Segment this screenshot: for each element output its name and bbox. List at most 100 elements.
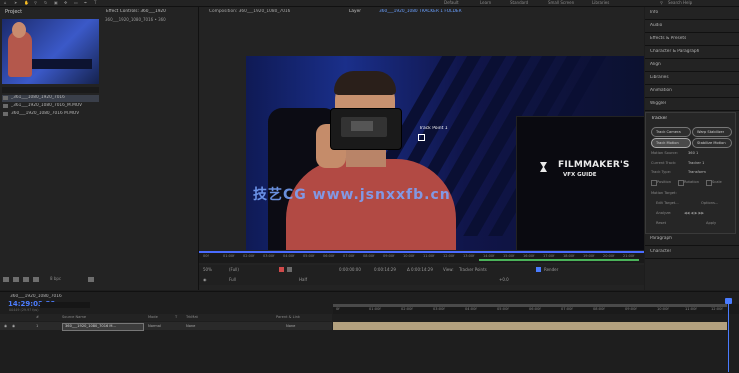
- timeline-tick: 10:00f: [657, 307, 669, 311]
- search-icon[interactable]: ⚲: [660, 0, 663, 5]
- duration-timecode[interactable]: Δ 0:00:14:29: [407, 267, 433, 272]
- parent-dropdown[interactable]: None: [286, 324, 295, 328]
- mask-visibility-icon[interactable]: [287, 267, 292, 272]
- tracker-title: Tracker: [651, 116, 668, 121]
- project-file-row[interactable]: _361___1080_1920_7016: [2, 95, 99, 102]
- layer-tab[interactable]: Layer: [349, 9, 361, 14]
- home-icon[interactable]: ⌂: [4, 0, 7, 5]
- project-search-input[interactable]: [2, 87, 99, 93]
- layer-viewer[interactable]: Track Point 1 FILMMAKER'S VFX GUIDE 技艺CG…: [246, 56, 644, 250]
- track-motion-button[interactable]: Track Motion: [651, 138, 691, 148]
- in-point-timecode[interactable]: 0:00:00:00: [339, 267, 361, 272]
- layer-duration-bar[interactable]: [333, 322, 727, 330]
- interpret-footage-icon[interactable]: [3, 277, 9, 282]
- col-parent: Parent & Link: [276, 315, 300, 319]
- background-monitor: [516, 116, 644, 250]
- rectangle-tool-icon[interactable]: ▭: [74, 0, 78, 5]
- panel-label: Character & Paragraph: [650, 49, 700, 54]
- audio-icon[interactable]: ◉: [12, 324, 15, 328]
- type-tool-icon[interactable]: T: [94, 0, 96, 5]
- project-file-row[interactable]: _361___1920_1080_7016_M.MOV: [2, 103, 99, 110]
- motion-source-dropdown[interactable]: 360 1: [688, 151, 698, 155]
- reset-button[interactable]: Reset: [656, 221, 666, 225]
- resolution-dropdown[interactable]: (Full): [229, 267, 239, 272]
- layer-tab-name[interactable]: 360___1920_1080 TRACKER 1 FOLDER: [379, 9, 462, 14]
- timeline-tick: 05:00f: [497, 307, 509, 311]
- track-matte-dropdown[interactable]: None: [186, 324, 195, 328]
- panel-info[interactable]: Info: [645, 7, 739, 20]
- timeline-tick: 08:00f: [593, 307, 605, 311]
- transparency-grid-icon[interactable]: [279, 267, 284, 272]
- timeline-layer-row[interactable]: ◉ ◉ 1 360___1920_1080_7016 M... Normal N…: [0, 322, 332, 331]
- pen-tool-icon[interactable]: ✒: [84, 0, 87, 5]
- apply-button[interactable]: Apply: [706, 221, 716, 225]
- trash-icon[interactable]: [88, 277, 94, 282]
- edit-target-button[interactable]: Edit Target...: [656, 201, 679, 205]
- settings-icon[interactable]: [33, 277, 39, 282]
- bit-depth-button[interactable]: 8 bpc: [50, 276, 61, 281]
- panel-paragraph[interactable]: Paragraph: [645, 233, 739, 246]
- rotate-tool-icon[interactable]: ↻: [44, 0, 47, 5]
- ruler-tick: 09:00f: [383, 254, 395, 258]
- panel-character[interactable]: Character: [645, 246, 739, 259]
- track-type-dropdown[interactable]: Transform: [688, 170, 706, 174]
- col-number: #: [36, 315, 40, 319]
- timeline-tick: 12:00f: [711, 307, 723, 311]
- options-button[interactable]: Options...: [701, 201, 718, 205]
- workspace-standard[interactable]: Standard: [510, 0, 528, 5]
- playhead-line[interactable]: [728, 300, 729, 372]
- layer-time-ruler[interactable]: 00f 01:00f 02:00f 03:00f 04:00f 05:00f 0…: [199, 251, 644, 263]
- button-label: Warp Stabilizer: [697, 129, 725, 134]
- track-camera-button[interactable]: Track Camera: [651, 127, 691, 137]
- ruler-tick: 12:00f: [443, 254, 455, 258]
- layer-name-field[interactable]: 360___1920_1080_7016 M...: [62, 322, 144, 331]
- panel-character-paragraph[interactable]: Character & Paragraph: [645, 46, 739, 59]
- timeline-tab[interactable]: 360___1920_1080_7016: [10, 294, 62, 299]
- timeline-search-input[interactable]: [40, 302, 90, 308]
- out-point-timecode[interactable]: 0:00:14:29: [374, 267, 396, 272]
- exposure-value[interactable]: +0.0: [499, 277, 509, 282]
- workspace-default[interactable]: Default: [444, 0, 459, 5]
- panel-libraries[interactable]: Libraries: [645, 72, 739, 85]
- panel-animation[interactable]: Animation: [645, 85, 739, 98]
- composition-tab[interactable]: Composition: 360___1920_1080_7016: [209, 9, 290, 14]
- workspace-libraries[interactable]: Libraries: [592, 0, 609, 5]
- camera-icon[interactable]: ◉: [203, 277, 207, 282]
- camera-tool-icon[interactable]: ▣: [54, 0, 58, 5]
- hand-tool-icon[interactable]: ✋: [24, 0, 29, 5]
- panel-label: Character: [650, 249, 672, 254]
- quality-value[interactable]: Half: [299, 277, 307, 282]
- view-dropdown[interactable]: Tracker Points: [459, 267, 487, 272]
- render-checkbox[interactable]: [536, 267, 541, 272]
- pan-behind-tool-icon[interactable]: ✥: [64, 0, 67, 5]
- project-footer: 8 bpc: [0, 275, 101, 285]
- timeline-ruler[interactable]: 0f 01:00f 02:00f 03:00f 04:00f 05:00f 06…: [333, 304, 739, 314]
- new-folder-icon[interactable]: [13, 277, 19, 282]
- warp-stabilizer-button[interactable]: Warp Stabilizer: [692, 127, 732, 137]
- work-area-bar[interactable]: [479, 259, 639, 261]
- workspace-learn[interactable]: Learn: [480, 0, 491, 5]
- zoom-tool-icon[interactable]: ⚲: [34, 0, 37, 5]
- visibility-icon[interactable]: ◉: [4, 324, 7, 328]
- panel-wiggler[interactable]: Wiggler: [645, 98, 739, 111]
- analyze-back-icon[interactable]: ◀◀ ◀ ▶ ▶▶: [684, 211, 704, 215]
- resolution-value[interactable]: Full: [229, 277, 236, 282]
- blend-mode-dropdown[interactable]: Normal: [148, 324, 161, 328]
- effect-controls-tab[interactable]: Effect Controls: 360___1920: [106, 9, 166, 14]
- track-type-label: Track Type:: [651, 170, 672, 174]
- panel-audio[interactable]: Audio: [645, 20, 739, 33]
- thumbnail-desk: [32, 59, 92, 69]
- track-point-handle[interactable]: [418, 134, 425, 141]
- timeline-tick: 02:00f: [401, 307, 413, 311]
- workspace-small-screen[interactable]: Small Screen: [548, 0, 574, 5]
- panel-align[interactable]: Align: [645, 59, 739, 72]
- project-tab[interactable]: Project: [5, 9, 22, 15]
- current-track-dropdown[interactable]: Tracker 1: [688, 161, 704, 165]
- new-composition-icon[interactable]: [23, 277, 29, 282]
- search-help-input[interactable]: Search Help: [668, 0, 692, 5]
- panel-effects-presets[interactable]: Effects & Presets: [645, 33, 739, 46]
- magnification-dropdown[interactable]: 50%: [203, 267, 212, 272]
- selection-tool-icon[interactable]: ➤: [14, 0, 17, 5]
- project-file-row[interactable]: 360___1920_1080_7016 M.MOV: [2, 111, 99, 118]
- stabilize-motion-button[interactable]: Stabilize Motion: [692, 138, 732, 148]
